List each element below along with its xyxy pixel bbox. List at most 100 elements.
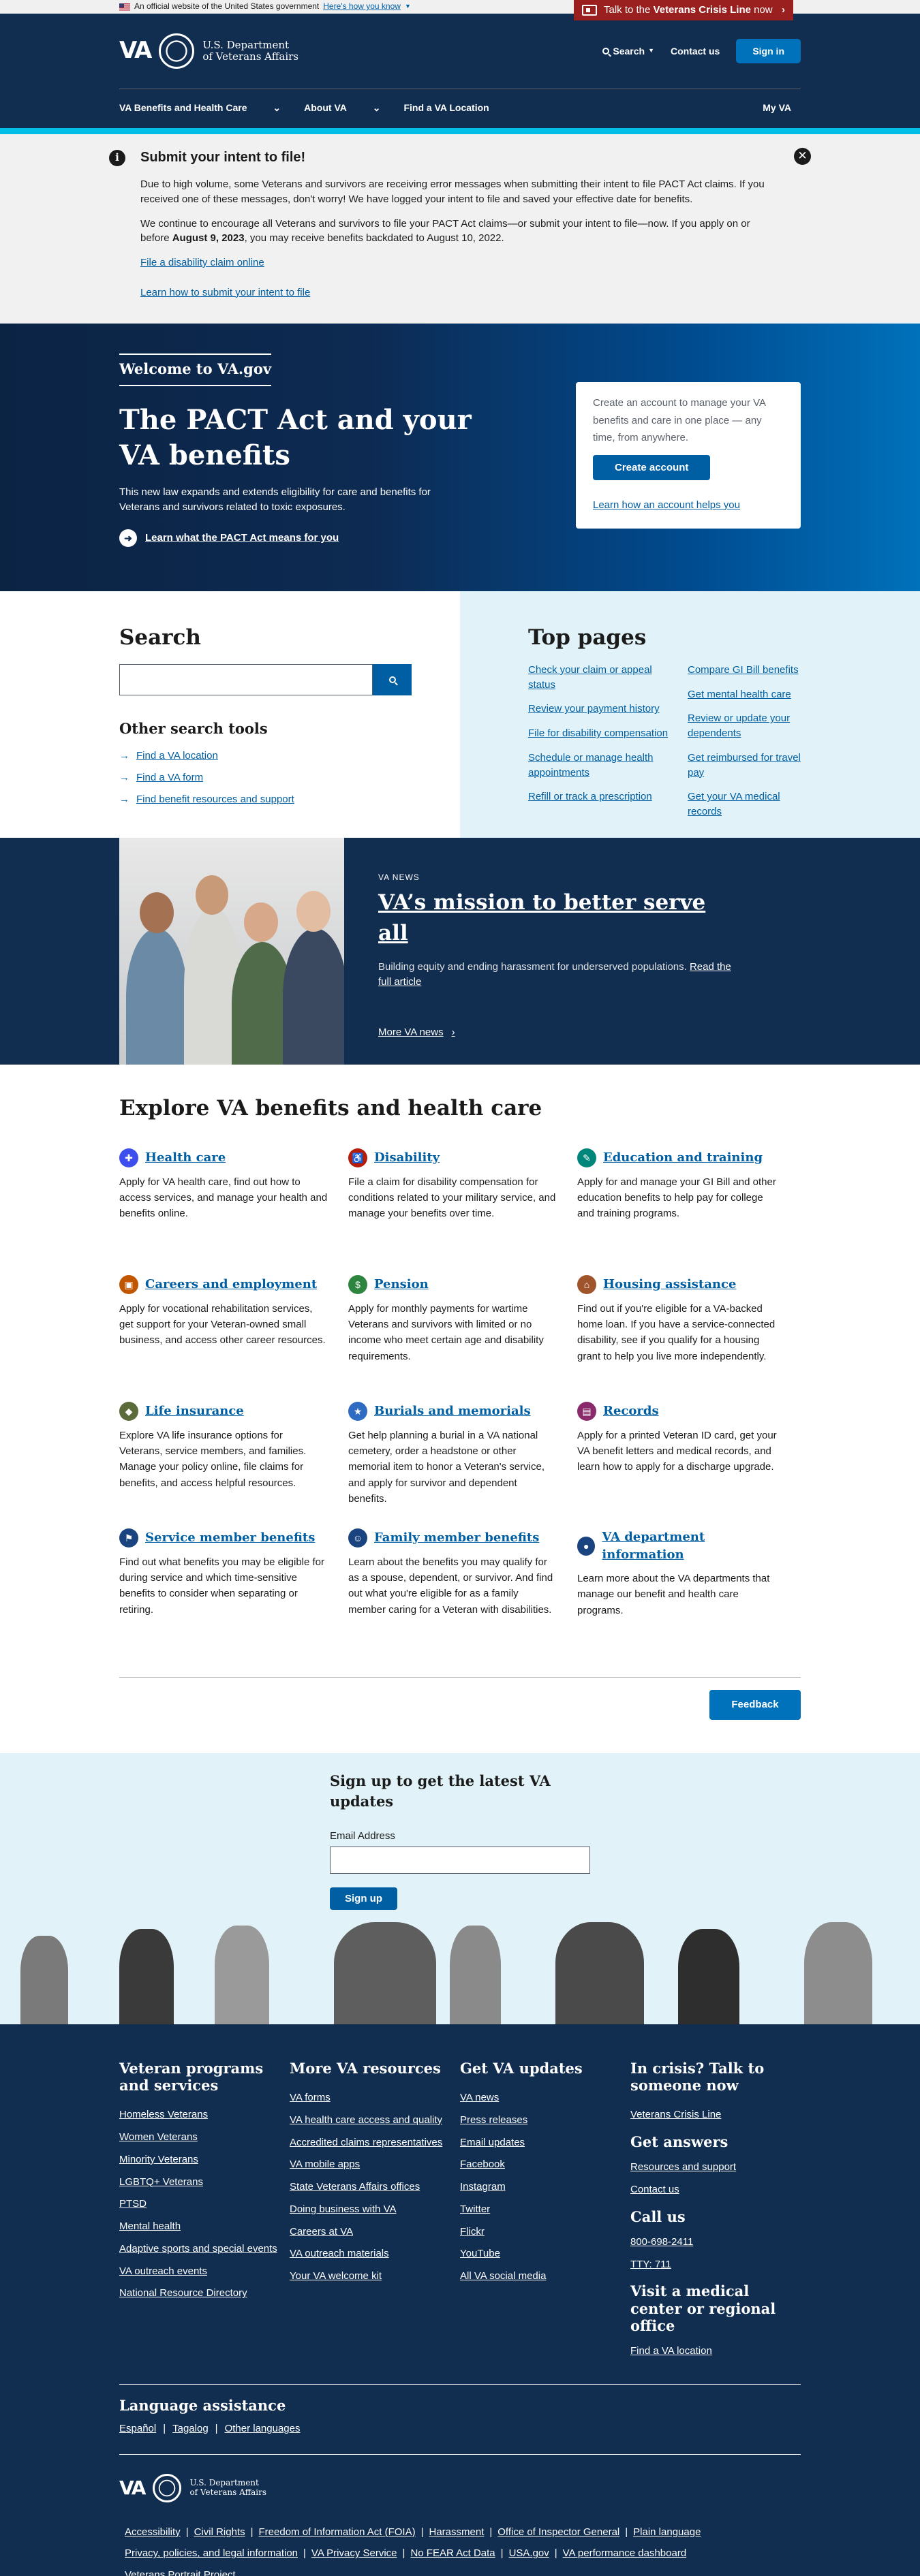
va-wordmark: VA [119, 37, 152, 65]
sign-up-button[interactable]: Sign up [330, 1887, 397, 1911]
footer-link[interactable]: Your VA welcome kit [290, 2269, 460, 2284]
footer-link[interactable]: Accredited claims representatives [290, 2135, 460, 2150]
benefit-title-link[interactable]: Burials and memorials [374, 1402, 531, 1420]
benefit-title-link[interactable]: Education and training [603, 1149, 763, 1167]
benefit-title-link[interactable]: Careers and employment [145, 1276, 317, 1293]
benefit-title-link[interactable]: Pension [374, 1276, 429, 1293]
lang-tagalog-link[interactable]: Tagalog [172, 2421, 209, 2436]
footer-bottom-link[interactable]: No FEAR Act Data [410, 2547, 495, 2559]
footer-logo[interactable]: VA U.S. Department of Veterans Affairs [119, 2453, 801, 2502]
search-submit-button[interactable] [373, 663, 412, 695]
learn-intent-to-file-link[interactable]: Learn how to submit your intent to file [140, 287, 310, 298]
footer-link[interactable]: Doing business with VA [290, 2202, 460, 2217]
footer-link[interactable]: Twitter [460, 2202, 630, 2217]
footer-link[interactable]: VA news [460, 2090, 630, 2105]
top-page-link[interactable]: Get your VA medical records [688, 789, 810, 819]
top-page-link[interactable]: Get reimbursed for travel pay [688, 751, 810, 781]
contact-us-link[interactable]: Contact us [671, 44, 720, 58]
footer-link[interactable]: Homeless Veterans [119, 2107, 290, 2122]
top-page-link[interactable]: Check your claim or appeal status [528, 663, 678, 693]
close-icon[interactable]: ✕ [794, 148, 811, 165]
footer-link[interactable]: VA outreach materials [290, 2246, 460, 2261]
footer-bottom-link[interactable]: VA performance dashboard [563, 2547, 687, 2559]
menu-about-va[interactable]: About VA ⌄ [304, 101, 380, 114]
lang-espanol-link[interactable]: Español [119, 2421, 156, 2436]
footer-link[interactable]: LGBTQ+ Veterans [119, 2175, 290, 2190]
footer-link[interactable]: VA outreach events [119, 2264, 290, 2279]
footer-link[interactable]: Facebook [460, 2157, 630, 2172]
footer-link[interactable]: Flickr [460, 2225, 630, 2240]
benefit-title-link[interactable]: Service member benefits [145, 1529, 315, 1547]
footer-link[interactable]: Email updates [460, 2135, 630, 2150]
footer-bottom-link[interactable]: VA Privacy Service [311, 2547, 397, 2559]
footer-link[interactable]: All VA social media [460, 2269, 630, 2284]
footer-contact-link[interactable]: Contact us [630, 2182, 801, 2197]
footer-link[interactable]: Women Veterans [119, 2130, 290, 2145]
top-page-link[interactable]: Review your payment history [528, 702, 678, 717]
benefit-title-link[interactable]: Family member benefits [374, 1529, 539, 1547]
sign-in-button[interactable]: Sign in [736, 38, 801, 64]
footer-link[interactable]: Minority Veterans [119, 2152, 290, 2167]
find-va-location-link[interactable]: Find a VA location [630, 2344, 801, 2359]
file-disability-claim-link[interactable]: File a disability claim online [140, 257, 264, 268]
benefit-title-link[interactable]: Housing assistance [603, 1276, 736, 1293]
find-form-link[interactable]: Find a VA form [136, 770, 203, 785]
lang-other-link[interactable]: Other languages [225, 2421, 301, 2436]
footer-bottom-link[interactable]: Harassment [429, 2526, 485, 2538]
top-page-link[interactable]: Compare GI Bill benefits [688, 663, 810, 678]
phone-link[interactable]: 800-698-2411 [630, 2235, 801, 2250]
find-resources-link[interactable]: Find benefit resources and support [136, 792, 294, 807]
benefit-title-link[interactable]: Life insurance [145, 1402, 244, 1420]
benefit-title-link[interactable]: Records [603, 1402, 659, 1420]
footer-link[interactable]: Instagram [460, 2180, 630, 2195]
benefit-title-link[interactable]: VA department information [602, 1528, 780, 1564]
search-input[interactable] [119, 663, 373, 695]
menu-find-location[interactable]: Find a VA Location [403, 101, 489, 114]
footer-link[interactable]: National Resource Directory [119, 2286, 290, 2301]
footer-bottom-link[interactable]: Freedom of Information Act (FOIA) [259, 2526, 416, 2538]
benefit-title-link[interactable]: Disability [374, 1149, 440, 1167]
create-account-button[interactable]: Create account [593, 454, 711, 480]
footer-link[interactable]: Careers at VA [290, 2225, 460, 2240]
find-location-link[interactable]: Find a VA location [136, 749, 218, 764]
info-icon: i [109, 149, 125, 166]
footer-link[interactable]: Press releases [460, 2113, 630, 2128]
footer-link[interactable]: VA forms [290, 2090, 460, 2105]
footer-bottom-link[interactable]: Civil Rights [194, 2526, 245, 2538]
top-page-link[interactable]: File for disability compensation [528, 726, 678, 741]
footer-link[interactable]: VA mobile apps [290, 2157, 460, 2172]
footer-link[interactable]: State Veterans Affairs offices [290, 2180, 460, 2195]
pact-act-link[interactable]: ➜ Learn what the PACT Act means for you [119, 529, 474, 548]
top-page-link[interactable]: Get mental health care [688, 687, 810, 702]
heres-how-you-know-link[interactable]: Here's how you know [323, 1, 401, 12]
header-search-button[interactable]: Search ▼ [602, 44, 654, 58]
get-answers-title: Get answers [630, 2133, 729, 2151]
footer-bottom-link[interactable]: Office of Inspector General [497, 2526, 619, 2538]
footer-link[interactable]: Mental health [119, 2219, 290, 2234]
footer-link[interactable]: Adaptive sports and special events [119, 2242, 290, 2257]
menu-benefits[interactable]: VA Benefits and Health Care ⌄ [119, 101, 281, 114]
top-page-link[interactable]: Refill or track a prescription [528, 789, 678, 804]
my-va-link[interactable]: My VA [763, 101, 791, 114]
footer-bottom-link[interactable]: Privacy, policies, and legal information [125, 2547, 298, 2559]
email-field[interactable] [330, 1846, 590, 1874]
top-page-link[interactable]: Review or update your dependents [688, 711, 810, 741]
benefit-title-link[interactable]: Health care [145, 1149, 226, 1167]
feedback-button[interactable]: Feedback [709, 1689, 801, 1720]
top-page-link[interactable]: Schedule or manage health appointments [528, 751, 678, 781]
footer-bottom-link[interactable]: Veterans Portrait Project [125, 2569, 236, 2576]
tty-link[interactable]: TTY: 711 [630, 2257, 801, 2272]
footer-bottom-link[interactable]: Plain language [633, 2526, 701, 2538]
news-eyebrow: VA NEWS [378, 873, 420, 882]
footer-link[interactable]: PTSD [119, 2197, 290, 2212]
more-va-news-link[interactable]: More VA news › [378, 1025, 733, 1040]
news-title-link[interactable]: VA’s mission to better serve all [378, 888, 733, 949]
account-helps-link[interactable]: Learn how an account helps you [593, 497, 784, 514]
resources-support-link[interactable]: Resources and support [630, 2160, 801, 2175]
footer-link[interactable]: VA health care access and quality [290, 2113, 460, 2128]
veterans-crisis-line-link[interactable]: Veterans Crisis Line [630, 2107, 801, 2122]
va-logo[interactable]: VA U.S. Department of Veterans Affairs [119, 33, 298, 69]
footer-link[interactable]: YouTube [460, 2246, 630, 2261]
footer-bottom-link[interactable]: USA.gov [509, 2547, 549, 2559]
footer-bottom-link[interactable]: Accessibility [125, 2526, 181, 2538]
